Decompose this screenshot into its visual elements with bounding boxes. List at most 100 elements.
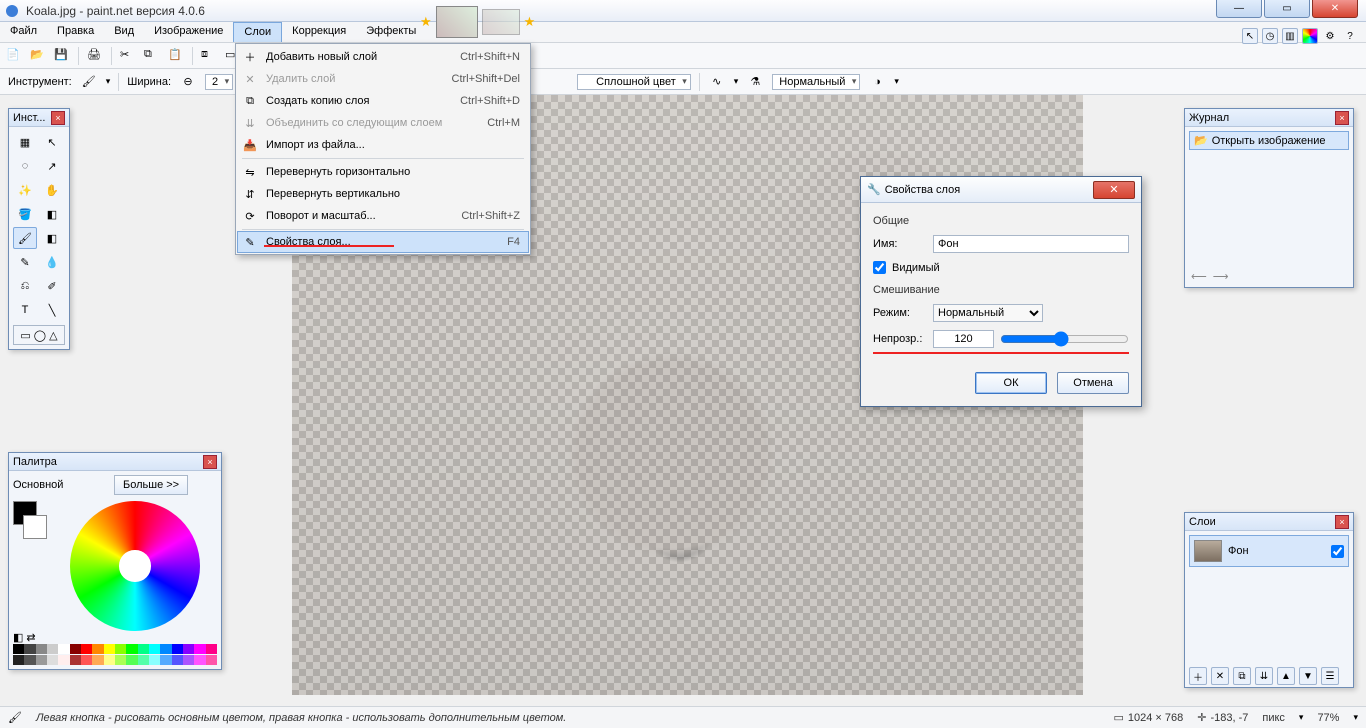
- swap-icon[interactable]: ⇄: [26, 631, 35, 644]
- history-close-icon[interactable]: ×: [1335, 111, 1349, 125]
- flip-v-icon: ⇵: [242, 186, 258, 202]
- tool-eraser[interactable]: ◧: [40, 227, 64, 249]
- print-icon[interactable]: 🖨: [87, 48, 103, 64]
- color-wheel[interactable]: [70, 501, 200, 631]
- mi-merge-layer[interactable]: ⇊Объединить со следующим слоемCtrl+M: [238, 112, 528, 134]
- layer-delete-icon[interactable]: ✕: [1211, 667, 1229, 685]
- colorwheel-icon[interactable]: [1302, 28, 1318, 44]
- mi-flip-horizontal[interactable]: ⇋Перевернуть горизонтально: [238, 161, 528, 183]
- opacity-slider[interactable]: [1000, 331, 1129, 347]
- blend-dropdown[interactable]: Нормальный: [772, 74, 860, 90]
- tool-gradient[interactable]: ◧: [40, 203, 64, 225]
- tools-close-icon[interactable]: ×: [51, 111, 65, 125]
- history-back-icon[interactable]: ⟵: [1191, 270, 1207, 283]
- gear-icon[interactable]: ⚙: [1322, 28, 1338, 44]
- tool-picker[interactable]: 💧: [40, 251, 64, 273]
- history-item[interactable]: 📂 Открыть изображение: [1189, 131, 1349, 150]
- secondary-color-swatch[interactable]: [23, 515, 47, 539]
- menu-effects[interactable]: Эффекты: [356, 22, 426, 42]
- mi-import-file[interactable]: 📥Импорт из файла...: [238, 134, 528, 156]
- tool-move[interactable]: ↖: [40, 131, 64, 153]
- status-zoom[interactable]: 77%: [1317, 712, 1339, 724]
- menu-view[interactable]: Вид: [104, 22, 144, 42]
- tool-brush[interactable]: 🖌: [13, 227, 37, 249]
- visible-checkbox[interactable]: [873, 261, 886, 274]
- tool-clone[interactable]: ⎌: [13, 275, 37, 297]
- crop-icon[interactable]: ⧈: [201, 48, 217, 64]
- menu-edit[interactable]: Правка: [47, 22, 104, 42]
- mi-rotate-zoom[interactable]: ⟳Поворот и масштаб...Ctrl+Shift+Z: [238, 205, 528, 227]
- flask-icon[interactable]: ⚗: [746, 73, 764, 91]
- open-image-icon: 📂: [1194, 134, 1208, 147]
- layer-visible-checkbox[interactable]: [1331, 545, 1344, 558]
- tool-recolor[interactable]: ✐: [40, 275, 64, 297]
- name-input[interactable]: [933, 235, 1129, 253]
- tool-move-sel[interactable]: ↗: [40, 155, 64, 177]
- mi-flip-vertical[interactable]: ⇵Перевернуть вертикально: [238, 183, 528, 205]
- history-fwd-icon[interactable]: ⟶: [1213, 270, 1229, 283]
- doc-thumb-1[interactable]: [436, 6, 478, 38]
- mi-add-layer[interactable]: ＋Добавить новый слойCtrl+Shift+N: [238, 46, 528, 68]
- menu-adjust[interactable]: Коррекция: [282, 22, 356, 42]
- rotate-icon: ⟳: [242, 208, 258, 224]
- menu-image[interactable]: Изображение: [144, 22, 233, 42]
- pointer-icon[interactable]: ↖: [1242, 28, 1258, 44]
- minimize-button[interactable]: —: [1216, 0, 1262, 18]
- layer-add-icon[interactable]: ＋: [1189, 667, 1207, 685]
- opacity-label: Непрозр.:: [873, 333, 927, 345]
- cut-icon[interactable]: ✂: [120, 48, 136, 64]
- dialog-close-button[interactable]: ✕: [1093, 181, 1135, 199]
- layer-row[interactable]: Фон: [1189, 535, 1349, 567]
- tool-shapes[interactable]: ▭ ◯ △: [13, 325, 65, 345]
- layer-duplicate-icon[interactable]: ⧉: [1233, 667, 1251, 685]
- tool-pencil[interactable]: ✎: [13, 251, 37, 273]
- palette-close-icon[interactable]: ×: [203, 455, 217, 469]
- close-button[interactable]: ✕: [1312, 0, 1358, 18]
- tool-wand[interactable]: ✨: [13, 179, 37, 201]
- tool-line[interactable]: ╲: [40, 299, 64, 321]
- open-icon[interactable]: 📂: [30, 48, 46, 64]
- layers-close-icon[interactable]: ×: [1335, 515, 1349, 529]
- doc-thumb-2[interactable]: [482, 9, 520, 35]
- layer-props-icon[interactable]: ☰: [1321, 667, 1339, 685]
- bw-reset-icon[interactable]: ◧: [13, 631, 23, 644]
- menu-layers[interactable]: Слои: [233, 22, 282, 42]
- curve-icon[interactable]: ∿: [708, 73, 726, 91]
- new-icon[interactable]: 📄: [6, 48, 22, 64]
- overwrite-icon[interactable]: ◑: [868, 73, 886, 91]
- cancel-button[interactable]: Отмена: [1057, 372, 1129, 394]
- maximize-button[interactable]: ▭: [1264, 0, 1310, 18]
- width-minus[interactable]: ⊖: [179, 73, 197, 91]
- tool-lasso[interactable]: ◌: [13, 155, 37, 177]
- wrench-icon: 🔧: [867, 183, 881, 196]
- tool-fill[interactable]: 🪣: [13, 203, 37, 225]
- mi-duplicate-layer[interactable]: ⧉Создать копию слояCtrl+Shift+D: [238, 90, 528, 112]
- clock-icon[interactable]: ◷: [1262, 28, 1278, 44]
- mode-select[interactable]: Нормальный: [933, 304, 1043, 322]
- tool-text[interactable]: T: [13, 299, 37, 321]
- color-swatches[interactable]: [13, 644, 217, 665]
- tool-pan[interactable]: ✋: [40, 179, 64, 201]
- status-coords: ✛-183, -7: [1197, 711, 1248, 724]
- mi-layer-properties[interactable]: ✎Свойства слоя...F4: [237, 231, 529, 253]
- copy-icon[interactable]: ⧉: [144, 48, 160, 64]
- layer-up-icon[interactable]: ▲: [1277, 667, 1295, 685]
- brush-icon[interactable]: 🖌: [80, 73, 98, 91]
- fill-dropdown[interactable]: Сплошной цвет: [577, 74, 691, 90]
- width-dropdown[interactable]: 2: [205, 74, 233, 90]
- opacity-input[interactable]: [933, 330, 994, 348]
- layer-down-icon[interactable]: ▼: [1299, 667, 1317, 685]
- ok-button[interactable]: ОК: [975, 372, 1047, 394]
- more-button[interactable]: Больше >>: [114, 475, 188, 495]
- status-units[interactable]: пикс: [1262, 712, 1285, 724]
- tool-rect-select[interactable]: ▦: [13, 131, 37, 153]
- help-icon[interactable]: ?: [1342, 28, 1358, 44]
- layer-merge-icon[interactable]: ⇊: [1255, 667, 1273, 685]
- mi-delete-layer[interactable]: ✕Удалить слойCtrl+Shift+Del: [238, 68, 528, 90]
- menu-file[interactable]: Файл: [0, 22, 47, 42]
- window-icon[interactable]: ▥: [1282, 28, 1298, 44]
- primary-dropdown[interactable]: Основной: [13, 479, 108, 491]
- paste-icon[interactable]: 📋: [168, 48, 184, 64]
- save-icon[interactable]: 💾: [54, 48, 70, 64]
- status-hint: Левая кнопка - рисовать основным цветом,…: [36, 712, 1099, 724]
